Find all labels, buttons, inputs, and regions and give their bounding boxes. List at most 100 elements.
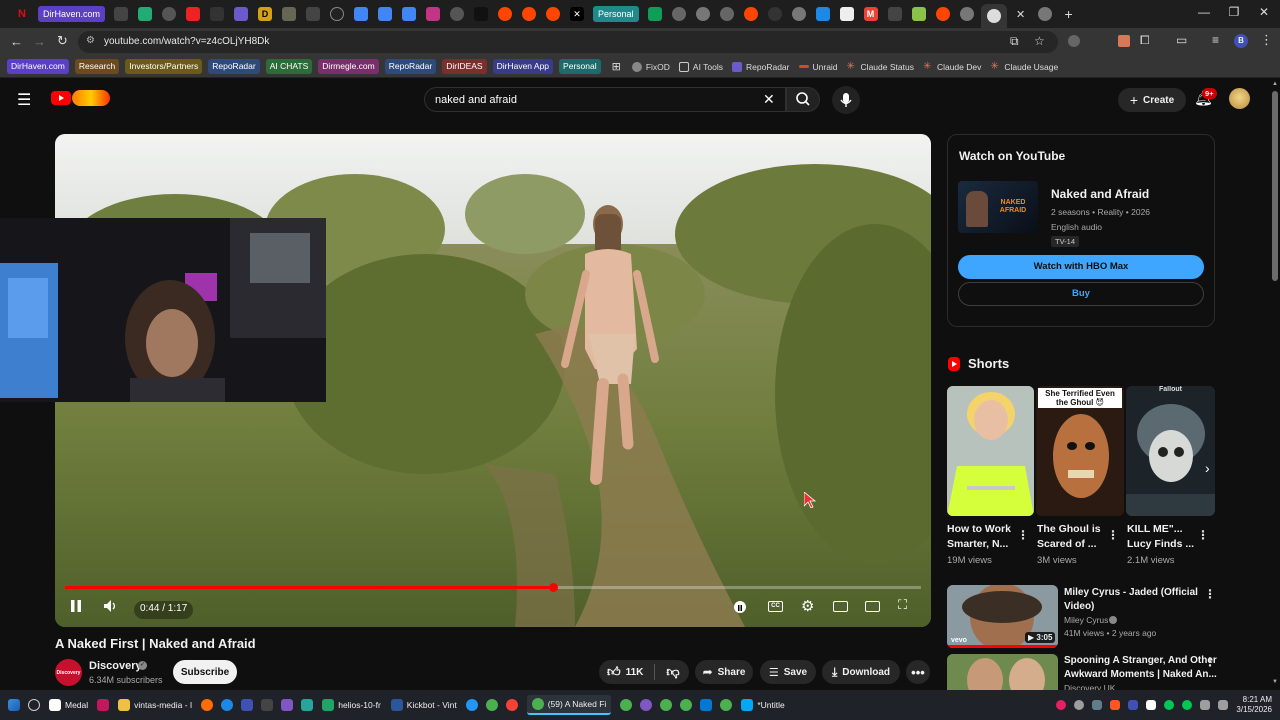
tray-icon[interactable] — [1056, 700, 1067, 710]
short-title-2[interactable]: The Ghoul is Scared of ... — [1037, 522, 1101, 552]
youtube-logo[interactable] — [51, 91, 71, 105]
taskbar-app-icon[interactable] — [261, 699, 274, 711]
tab-icon[interactable] — [839, 7, 854, 21]
reddit-tab-icon[interactable] — [522, 7, 537, 21]
watch-hbo-max-button[interactable]: Watch with HBO Max — [958, 255, 1204, 279]
netflix-tab-icon[interactable]: N — [15, 7, 29, 21]
tab-icon[interactable] — [887, 7, 902, 21]
reload-icon[interactable]: ↻ — [57, 33, 68, 49]
related-channel-1[interactable]: Miley Cyrus — [1064, 615, 1108, 625]
tray-icon[interactable] — [1146, 700, 1157, 710]
new-tab-icon[interactable]: + — [1062, 6, 1076, 22]
autoplay-toggle[interactable] — [734, 601, 746, 613]
search-taskbar-icon[interactable] — [28, 699, 40, 711]
bookmark-claude-dev[interactable]: ✳ Claude Dev — [923, 61, 981, 72]
taskbar-app-icon[interactable] — [281, 699, 294, 711]
short-menu-2-icon[interactable]: ⋮ — [1107, 528, 1119, 542]
reddit-tab-icon[interactable] — [498, 7, 513, 21]
extension-icon[interactable] — [1068, 35, 1080, 47]
more-actions-button[interactable]: ••• — [906, 660, 930, 684]
related-menu-2-icon[interactable]: ⋮ — [1204, 655, 1216, 669]
active-tab[interactable] — [980, 4, 1007, 28]
miniplayer-icon[interactable] — [833, 601, 848, 612]
taskbar-app-icon[interactable] — [640, 699, 653, 711]
tab-icon[interactable]: D — [258, 7, 273, 21]
sheets-tab-icon[interactable] — [647, 7, 662, 21]
short-thumbnail-2[interactable]: She Terrified Even the Ghoul 😈 — [1036, 386, 1124, 516]
x-tab-icon[interactable]: ✕ — [570, 7, 585, 21]
next-shorts-arrow-icon[interactable]: › — [1205, 460, 1210, 476]
bookmark-reporadar-2[interactable]: RepoRadar — [384, 59, 437, 74]
tab-icon[interactable] — [719, 7, 734, 21]
reddit-tab-icon[interactable] — [935, 7, 950, 21]
buy-button[interactable]: Buy — [958, 282, 1204, 306]
channel-name[interactable]: Discovery — [89, 660, 142, 672]
tab-icon[interactable] — [138, 7, 153, 21]
site-info-icon[interactable]: ⚙ — [86, 35, 95, 46]
settings-gear-icon[interactable]: ⚙ — [801, 597, 814, 615]
taskbar-app-medal[interactable]: Medal — [49, 699, 88, 711]
reddit-tab-icon[interactable] — [546, 7, 561, 21]
tab-icon[interactable] — [767, 7, 782, 21]
share-button[interactable]: ➦ Share — [695, 660, 753, 684]
tab-icon[interactable] — [306, 7, 321, 21]
show-title[interactable]: Naked and Afraid — [1051, 187, 1149, 201]
tray-icon[interactable] — [1164, 700, 1175, 710]
short-thumbnail-1[interactable] — [947, 386, 1034, 516]
bookmark-investors[interactable]: Investors/Partners — [125, 59, 203, 74]
tab-icon[interactable] — [815, 7, 830, 21]
search-button[interactable] — [786, 87, 820, 112]
side-panel-icon[interactable]: ▭ — [1176, 33, 1187, 47]
docs-tab-icon[interactable] — [378, 7, 393, 21]
clear-search-icon[interactable]: ✕ — [763, 91, 775, 108]
bookmark-star-icon[interactable]: ☆ — [1034, 34, 1045, 48]
bookmark-research[interactable]: Research — [74, 59, 120, 74]
tab-icon[interactable] — [695, 7, 710, 21]
related-title-1[interactable]: Miley Cyrus - Jaded (Official Video) — [1064, 586, 1198, 614]
tray-icon[interactable] — [1074, 700, 1085, 710]
create-button[interactable]: + Create — [1118, 88, 1186, 112]
hamburger-menu-icon[interactable]: ☰ — [17, 90, 31, 110]
tab-icon[interactable] — [162, 7, 177, 21]
subscribe-button[interactable]: Subscribe — [173, 660, 237, 684]
search-input[interactable]: naked and afraid ✕ — [424, 87, 786, 112]
claude-extension-icon[interactable] — [1118, 35, 1130, 47]
taskbar-app-youtube-chrome[interactable]: (59) A Naked Fi — [526, 695, 612, 715]
related-title-2[interactable]: Spooning A Stranger, And Other Awkward Mo… — [1064, 654, 1217, 682]
taskbar-app-icon[interactable] — [301, 699, 314, 711]
extensions-puzzle-icon[interactable]: ⧠ — [1140, 33, 1150, 48]
taskbar-app-notepad[interactable]: *Untitle — [741, 699, 785, 711]
minimize-icon[interactable]: — — [1196, 5, 1212, 19]
install-app-icon[interactable]: ⧉ — [1010, 34, 1019, 49]
related-thumbnail-1[interactable]: vevo ▶︎ 3:05 — [947, 585, 1058, 648]
tab-icon[interactable] — [282, 7, 297, 21]
taskbar-app-icon[interactable] — [465, 699, 478, 711]
instagram-tab-icon[interactable] — [426, 7, 441, 21]
bookmark-claude-usage[interactable]: ✳ Claude Usage — [990, 61, 1058, 72]
mute-button[interactable] — [103, 599, 119, 613]
firefox-icon[interactable] — [201, 699, 214, 711]
tab-icon[interactable] — [114, 7, 129, 21]
tab-icon[interactable] — [234, 7, 249, 21]
fullscreen-icon[interactable]: ⛶ — [898, 597, 907, 613]
captions-icon[interactable]: CC — [768, 601, 783, 612]
doodle-logo-icon[interactable] — [72, 90, 110, 106]
tab-icon[interactable] — [210, 7, 225, 21]
docs-tab-icon[interactable] — [354, 7, 369, 21]
bookmark-ai-chats[interactable]: AI CHATS — [265, 59, 313, 74]
bookmark-dirhaven[interactable]: DirHaven.com — [7, 59, 69, 74]
tab-pill-dirhaven[interactable]: DirHaven.com — [38, 6, 106, 22]
close-tab-icon[interactable]: ✕ — [1014, 7, 1028, 21]
chrome-icon[interactable] — [485, 699, 498, 711]
show-poster[interactable]: NAKED AFRAID — [958, 181, 1038, 233]
pause-button[interactable] — [69, 599, 83, 613]
short-menu-1-icon[interactable]: ⋮ — [1017, 528, 1029, 542]
more-vertical-icon[interactable]: ⋮ — [1260, 32, 1273, 48]
scrollbar-thumb[interactable] — [1272, 91, 1278, 281]
progress-scrubber[interactable] — [549, 583, 558, 592]
close-window-icon[interactable]: ✕ — [1256, 5, 1272, 19]
maximize-icon[interactable]: ❐ — [1226, 5, 1242, 19]
save-button[interactable]: ☰ Save — [760, 660, 816, 684]
tab-icon[interactable] — [671, 7, 686, 21]
bookmark-dirmegle[interactable]: Dirmegle.com — [318, 59, 379, 74]
